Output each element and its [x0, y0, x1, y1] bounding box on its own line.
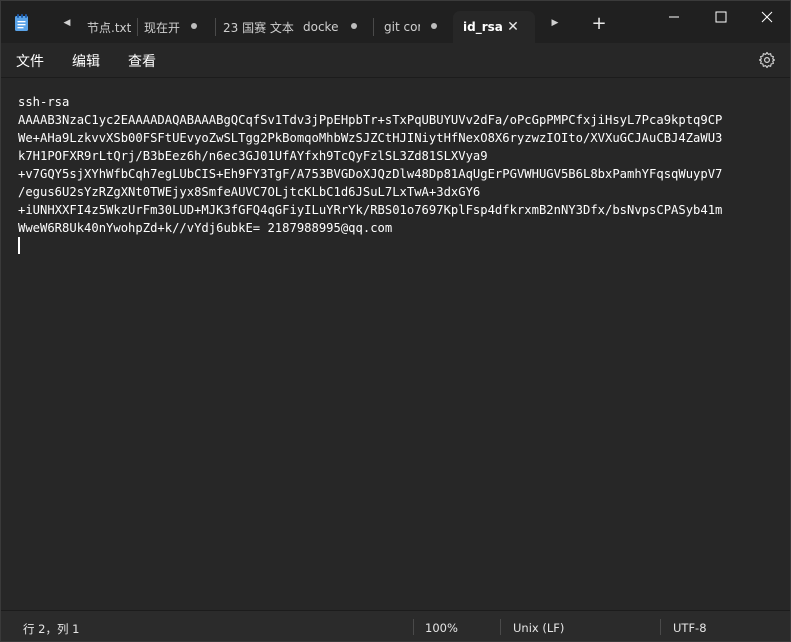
- menu-edit[interactable]: 编辑: [72, 51, 100, 71]
- tab-id-rsa[interactable]: id_rsa ✕: [453, 11, 535, 43]
- close-icon: [761, 11, 773, 23]
- text-line: k7H1POFXR9rLtQrj/B3bEez6h/n6ec3GJ01UfAYf…: [18, 149, 488, 163]
- tab-docker[interactable]: docker: [303, 11, 363, 43]
- minimize-button[interactable]: [651, 1, 697, 33]
- tab-label: 现在开: [144, 20, 180, 35]
- maximize-icon: [715, 11, 727, 23]
- scroll-tabs-right-button[interactable]: ▶: [547, 15, 563, 31]
- tab-nodes-txt[interactable]: 节点.txt: [87, 11, 135, 43]
- tab-git-cor[interactable]: git cor: [384, 11, 442, 43]
- tab-divider: [137, 18, 138, 36]
- text-line: AAAAB3NzaC1yc2EAAAADAQABAAABgQCqfSv1Tdv3…: [18, 113, 723, 127]
- tab-label: 23 国赛 文本: [223, 20, 294, 35]
- tab-label: 节点.txt: [87, 20, 132, 35]
- text-line: We+AHa9LzkvvXSb00FSFtUEvyoZwSLTgg2PkBomq…: [18, 131, 723, 145]
- status-divider: [660, 619, 661, 635]
- maximize-button[interactable]: [698, 1, 744, 33]
- close-window-button[interactable]: [744, 1, 790, 33]
- text-line: /egus6U2sYzRZgXNt0TWEjyx8SmfeAUVC7OLjtcK…: [18, 185, 481, 199]
- scroll-tabs-left-button[interactable]: ◀: [59, 15, 75, 31]
- text-line: +iUNHXXFI4z5WkzUrFm30LUD+MJK3fGFQ4qGFiyI…: [18, 203, 723, 217]
- tab-label: id_rsa: [463, 20, 503, 34]
- settings-gear-icon[interactable]: [758, 51, 776, 69]
- text-line: ssh-rsa: [18, 95, 70, 109]
- tab-label: git cor: [384, 20, 420, 34]
- title-bar[interactable]: ◀ 节点.txt 现在开 23 国赛 文本 docker git cor id_…: [1, 1, 790, 43]
- text-line: WweW6R8Uk40nYwohpZd+k//vYdj6ubkE= 218798…: [18, 221, 393, 235]
- cursor-position: 行 2，列 1: [23, 622, 80, 636]
- minimize-icon: [669, 16, 679, 18]
- menu-bar: 文件 编辑 查看: [1, 43, 790, 77]
- unsaved-dot-icon[interactable]: [431, 23, 437, 29]
- status-bar: 行 2，列 1 100% Unix (LF) UTF-8: [1, 610, 790, 641]
- status-divider: [500, 619, 501, 635]
- tab-label: docker: [303, 20, 339, 34]
- new-tab-button[interactable]: +: [591, 15, 607, 33]
- tab-divider: [373, 18, 374, 36]
- status-divider: [413, 619, 414, 635]
- zoom-level[interactable]: 100%: [425, 621, 458, 635]
- text-editor-area[interactable]: ssh-rsa AAAAB3NzaC1yc2EAAAADAQABAAABgQCq…: [1, 77, 790, 610]
- text-cursor: [18, 237, 20, 254]
- unsaved-dot-icon[interactable]: [351, 23, 357, 29]
- caret-left-icon: ◀: [63, 18, 71, 28]
- line-ending[interactable]: Unix (LF): [513, 621, 564, 635]
- menu-view[interactable]: 查看: [128, 51, 156, 71]
- notepad-window: ◀ 节点.txt 现在开 23 国赛 文本 docker git cor id_…: [0, 0, 791, 642]
- tab-divider: [215, 18, 216, 36]
- text-line: +v7GQY5sjXYhWfbCqh7egLUbCIS+Eh9FY3TgF/A7…: [18, 167, 723, 181]
- menu-file[interactable]: 文件: [16, 51, 44, 71]
- close-tab-icon[interactable]: ✕: [506, 19, 520, 35]
- caret-right-icon: ▶: [551, 18, 559, 28]
- notepad-app-icon: [15, 14, 28, 31]
- unsaved-dot-icon[interactable]: [191, 23, 197, 29]
- tab-national-contest-text[interactable]: 23 国赛 文本: [223, 11, 297, 43]
- encoding[interactable]: UTF-8: [673, 621, 707, 635]
- tab-now-open[interactable]: 现在开: [144, 11, 202, 43]
